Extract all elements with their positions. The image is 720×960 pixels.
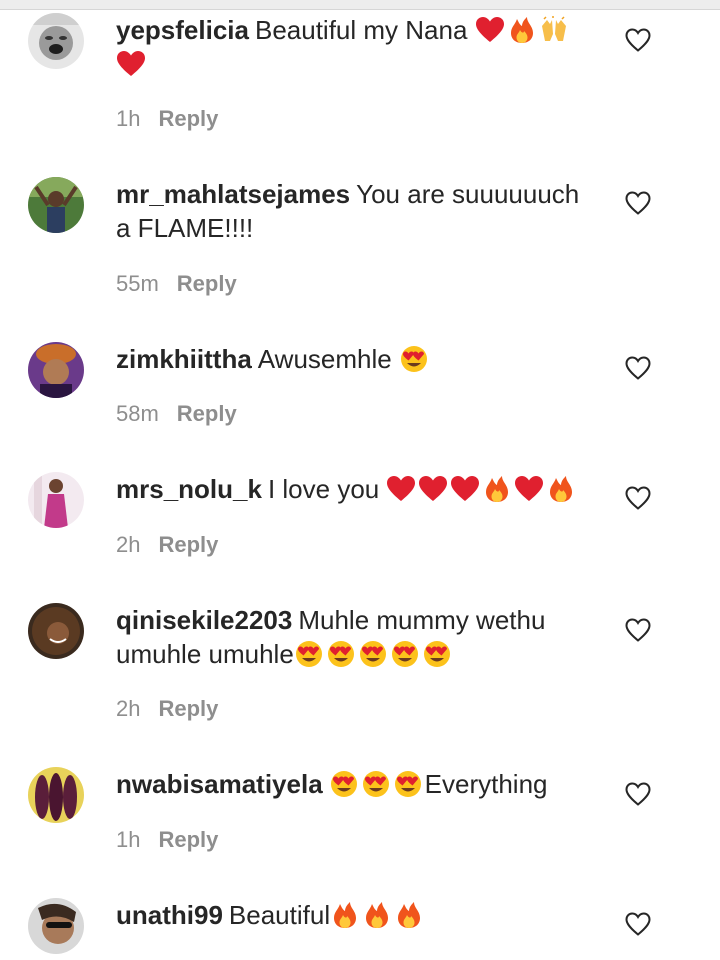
red-heart-emoji-icon: [116, 50, 146, 78]
reply-button[interactable]: Reply: [177, 271, 237, 296]
heart-outline-icon[interactable]: [624, 617, 652, 643]
comment-body: Beautiful my Nana: [254, 15, 468, 45]
avatar-mrs-nolu-k[interactable]: [28, 472, 84, 528]
heart-eyes-emoji-icon: [422, 640, 452, 668]
heart-eyes-emoji-icon: [393, 770, 423, 798]
red-heart-emoji-icon: [514, 475, 544, 503]
fire-emoji-icon: [330, 901, 360, 929]
avatar-zimkhiittha[interactable]: [28, 342, 84, 398]
avatar-yepsfelicia[interactable]: [28, 13, 84, 69]
comment-timestamp: 55m: [116, 271, 159, 296]
fire-emoji-icon: [546, 475, 576, 503]
heart-eyes-emoji-icon: [361, 770, 391, 798]
comment-meta: 2h Reply: [116, 695, 218, 723]
reply-button[interactable]: Reply: [158, 106, 218, 131]
fire-emoji-icon: [507, 16, 537, 44]
comment-username[interactable]: zimkhiittha: [116, 344, 252, 374]
heart-outline-icon[interactable]: [624, 911, 652, 937]
heart-outline-icon[interactable]: [624, 27, 652, 53]
comment-username[interactable]: qinisekile2203: [116, 605, 292, 635]
comment-text: unathi99 Beautiful: [116, 898, 596, 932]
red-heart-emoji-icon: [418, 475, 448, 503]
heart-eyes-emoji-icon: [399, 345, 429, 373]
heart-eyes-emoji-icon: [294, 640, 324, 668]
raising-hands-emoji-icon: [539, 16, 569, 44]
avatar-mr-mahlatsejames[interactable]: [28, 177, 84, 233]
comment-username[interactable]: yepsfelicia: [116, 15, 249, 45]
fire-emoji-icon: [362, 901, 392, 929]
heart-eyes-emoji-icon: [326, 640, 356, 668]
heart-eyes-emoji-icon: [358, 640, 388, 668]
comment-username[interactable]: mrs_nolu_k: [116, 474, 262, 504]
avatar-unathi99[interactable]: [28, 898, 84, 954]
red-heart-emoji-icon: [386, 475, 416, 503]
comment-text: nwabisamatiyela Everything: [116, 767, 596, 801]
reply-button[interactable]: Reply: [158, 696, 218, 721]
comment-meta: 1h Reply: [116, 826, 218, 854]
comment-username[interactable]: unathi99: [116, 900, 223, 930]
red-heart-emoji-icon: [475, 16, 505, 44]
comment-body: Awusemhle: [257, 344, 392, 374]
heart-outline-icon[interactable]: [624, 355, 652, 381]
red-heart-emoji-icon: [450, 475, 480, 503]
comment-timestamp: 2h: [116, 696, 141, 721]
reply-button[interactable]: Reply: [158, 532, 218, 557]
fire-emoji-icon: [482, 475, 512, 503]
comment-username[interactable]: nwabisamatiyela: [116, 769, 323, 799]
fire-emoji-icon: [394, 901, 424, 929]
comment-timestamp: 2h: [116, 532, 141, 557]
heart-eyes-emoji-icon: [390, 640, 420, 668]
comment-text: mrs_nolu_k I love you: [116, 472, 596, 506]
heart-outline-icon[interactable]: [624, 781, 652, 807]
heart-outline-icon[interactable]: [624, 190, 652, 216]
comment-meta: 58m Reply: [116, 400, 237, 428]
comment-text: mr_mahlatsejames You are suuuuuuch a FLAM…: [116, 177, 596, 245]
comment-text: qinisekile2203 Muhle mummy wethu umuhle u…: [116, 603, 596, 671]
heart-outline-icon[interactable]: [624, 485, 652, 511]
heart-eyes-emoji-icon: [329, 770, 359, 798]
comment-timestamp: 58m: [116, 401, 159, 426]
reply-button[interactable]: Reply: [177, 401, 237, 426]
comment-body: Everything: [424, 769, 548, 799]
comment-meta: 55m Reply: [116, 270, 237, 298]
comment-body: I love you: [267, 474, 380, 504]
avatar-qinisekile2203[interactable]: [28, 603, 84, 659]
comment-timestamp: 1h: [116, 106, 141, 131]
comment-username[interactable]: mr_mahlatsejames: [116, 179, 350, 209]
comment-meta: 1h Reply: [116, 105, 218, 133]
reply-button[interactable]: Reply: [158, 827, 218, 852]
comment-text: yepsfelicia Beautiful my Nana: [116, 13, 596, 81]
top-divider: [0, 0, 720, 10]
comment-meta: 2h Reply: [116, 531, 218, 559]
avatar-nwabisamatiyela[interactable]: [28, 767, 84, 823]
comment-body: Beautiful: [228, 900, 331, 930]
comment-text: zimkhiittha Awusemhle: [116, 342, 596, 376]
comment-timestamp: 1h: [116, 827, 141, 852]
